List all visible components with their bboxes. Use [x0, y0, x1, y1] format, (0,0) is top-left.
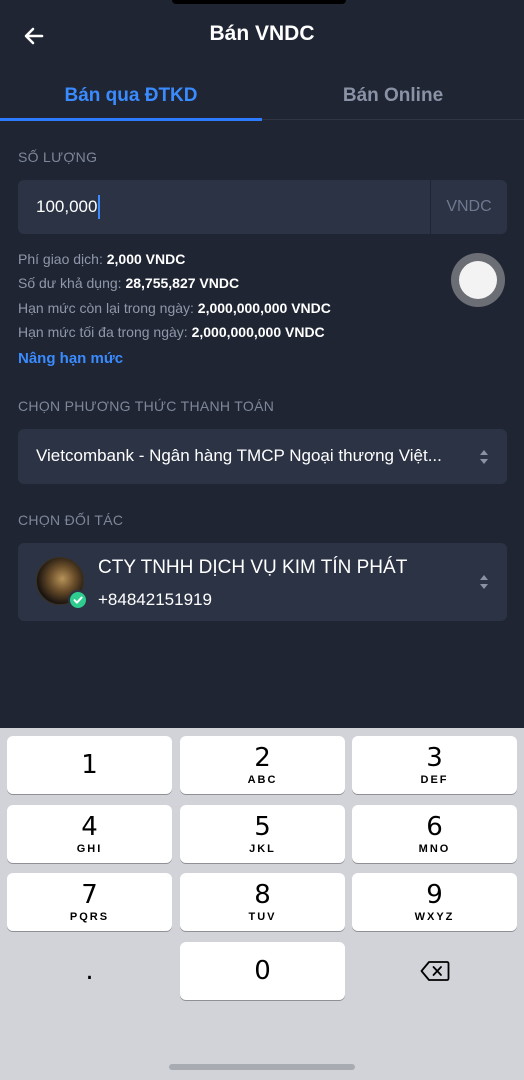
key-letters: DEF: [420, 774, 449, 786]
amount-input[interactable]: 100,000: [18, 180, 430, 234]
assistive-touch-button[interactable]: [451, 253, 505, 307]
key-2[interactable]: 2 ABC: [180, 736, 345, 794]
partner-label: CHỌN ĐỐI TÁC: [18, 512, 124, 528]
key-5[interactable]: 5 JKL: [180, 805, 345, 863]
app-header: Bán VNDC: [0, 0, 524, 72]
key-digit: 3: [426, 743, 443, 773]
key-digit: 7: [81, 880, 98, 910]
amount-field[interactable]: 100,000 VNDC: [18, 180, 507, 234]
numeric-keypad: 1 2 ABC 3 DEF 4 GHI 5 JKL 6 MNO 7 PQRS 8…: [0, 728, 524, 1080]
assistive-touch-inner: [459, 261, 497, 299]
key-letters: JKL: [249, 843, 276, 855]
partner-select[interactable]: CTY TNHH DỊCH VỤ KIM TÍN PHÁT +848421519…: [18, 543, 507, 621]
tab-bar: Bán qua ĐTKD Bán Online: [0, 72, 524, 121]
key-6[interactable]: 6 MNO: [352, 805, 517, 863]
tab-sell-online[interactable]: Bán Online: [262, 72, 524, 120]
max-limit-label: Hạn mức tối đa trong ngày:: [18, 324, 188, 340]
key-digit: 6: [426, 812, 443, 842]
page-title: Bán VNDC: [209, 22, 315, 45]
check-circle-icon: [68, 590, 88, 610]
key-letters: GHI: [76, 843, 103, 855]
partner-name: CTY TNHH DỊCH VỤ KIM TÍN PHÁT: [98, 557, 408, 578]
key-decimal[interactable]: .: [7, 942, 172, 1000]
key-0[interactable]: 0: [180, 942, 345, 1000]
partner-phone: +84842151919: [98, 590, 212, 609]
key-letters: PQRS: [69, 911, 110, 923]
max-limit-info: Hạn mức tối đa trong ngày: 2,000,000,000…: [18, 324, 325, 340]
key-letters: TUV: [248, 911, 277, 923]
key-digit: 5: [254, 812, 271, 842]
home-indicator: [169, 1064, 355, 1070]
key-1[interactable]: 1: [7, 736, 172, 794]
amount-value: 100,000: [36, 197, 98, 216]
key-9[interactable]: 9 WXYZ: [352, 873, 517, 931]
balance-info: Số dư khả dụng: 28,755,827 VNDC: [18, 275, 239, 291]
key-digit: .: [85, 956, 94, 986]
balance-label: Số dư khả dụng:: [18, 275, 122, 291]
key-4[interactable]: 4 GHI: [7, 805, 172, 863]
sort-arrows-icon: [480, 575, 488, 589]
balance-value: 28,755,827 VNDC: [125, 275, 240, 291]
amount-label: SỐ LƯỢNG: [18, 149, 98, 165]
key-digit: 0: [254, 956, 271, 986]
key-7[interactable]: 7 PQRS: [7, 873, 172, 931]
key-letters: WXYZ: [414, 911, 455, 923]
payment-method-select[interactable]: Vietcombank - Ngân hàng TMCP Ngoại thươn…: [18, 429, 507, 484]
key-8[interactable]: 8 TUV: [180, 873, 345, 931]
remaining-limit-value: 2,000,000,000 VNDC: [197, 300, 331, 316]
delete-key[interactable]: [352, 942, 517, 1000]
key-letters: ABC: [247, 774, 278, 786]
remaining-limit-label: Hạn mức còn lại trong ngày:: [18, 300, 194, 316]
max-limit-value: 2,000,000,000 VNDC: [191, 324, 325, 340]
payment-method-value: Vietcombank - Ngân hàng TMCP Ngoại thươn…: [36, 446, 442, 465]
upgrade-limit-link[interactable]: Nâng hạn mức: [18, 350, 123, 367]
key-digit: 4: [81, 812, 98, 842]
key-letters: MNO: [418, 843, 451, 855]
payment-method-label: CHỌN PHƯƠNG THỨC THANH TOÁN: [18, 398, 275, 414]
key-digit: 2: [254, 743, 271, 773]
backspace-icon: [420, 961, 449, 981]
sort-arrows-icon: [480, 450, 488, 464]
amount-unit: VNDC: [430, 180, 507, 234]
fee-info: Phí giao dịch: 2,000 VNDC: [18, 251, 185, 267]
key-digit: 1: [81, 750, 98, 780]
fee-value: 2,000 VNDC: [106, 251, 186, 267]
key-digit: 9: [426, 880, 443, 910]
key-3[interactable]: 3 DEF: [352, 736, 517, 794]
fee-label: Phí giao dịch:: [18, 251, 103, 267]
remaining-limit-info: Hạn mức còn lại trong ngày: 2,000,000,00…: [18, 300, 331, 316]
key-digit: 8: [254, 880, 271, 910]
tab-sell-via-dealer[interactable]: Bán qua ĐTKD: [0, 72, 262, 121]
text-caret: [98, 195, 101, 219]
